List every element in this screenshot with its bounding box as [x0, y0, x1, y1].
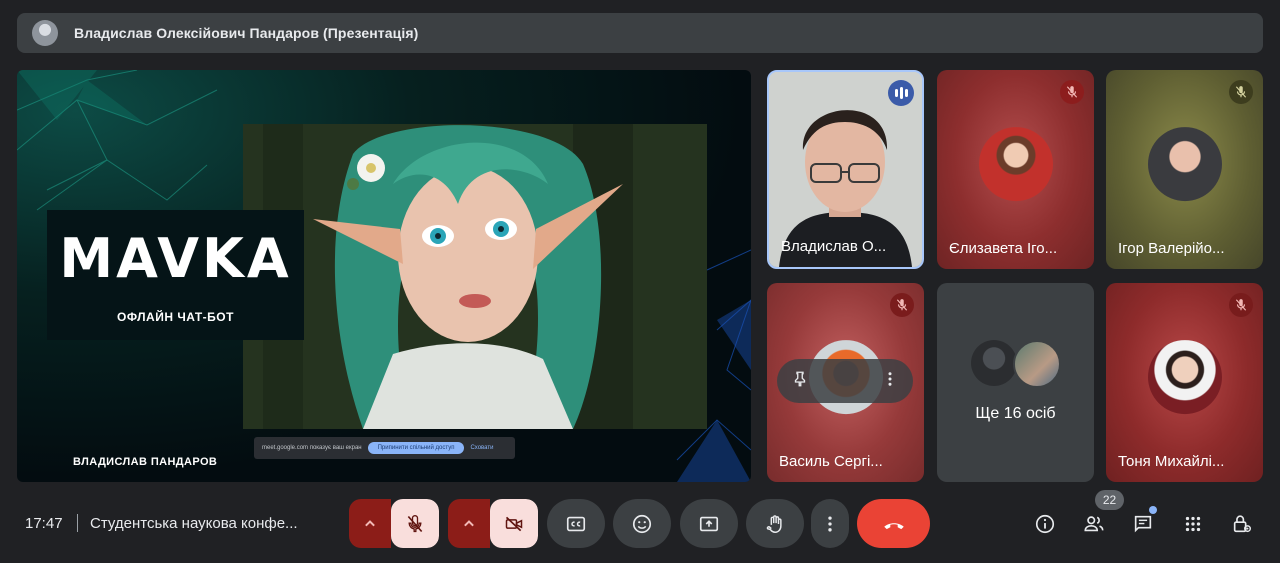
captions-button[interactable]: [547, 499, 605, 548]
microphone-control: [349, 499, 439, 548]
stop-sharing-button[interactable]: Припинити спільний доступ: [367, 442, 465, 454]
leave-call-button[interactable]: [857, 499, 930, 548]
participant-avatar: [1147, 126, 1222, 201]
presenter-avatar: [32, 20, 58, 46]
video-options-button[interactable]: [448, 499, 490, 548]
footer-divider: [77, 514, 78, 532]
participant-avatar: [978, 126, 1053, 201]
chat-icon: [1134, 515, 1152, 533]
toggle-microphone-button[interactable]: [391, 499, 439, 548]
more-participants-label: Ще 16 осіб: [975, 405, 1056, 422]
mic-off-icon: [1060, 80, 1084, 104]
slide-logo-box: MAVKA ОФЛАЙН ЧАТ-БОТ: [47, 210, 304, 340]
tile-hover-controls: [777, 359, 913, 403]
people-button[interactable]: [1081, 511, 1107, 537]
participant-tile[interactable]: Василь Сергі...: [767, 283, 924, 482]
more-options-button[interactable]: [811, 499, 849, 548]
participant-tile[interactable]: Владислав О...: [767, 70, 924, 269]
slide-subtitle: ОФЛАЙН ЧАТ-БОТ: [117, 309, 234, 324]
participant-name: Владислав О...: [781, 238, 887, 255]
meeting-title[interactable]: Студентська наукова конфе...: [90, 515, 298, 532]
camera-control: [448, 499, 538, 548]
participant-name: Василь Сергі...: [779, 453, 883, 470]
closed-caption-icon: [566, 516, 586, 531]
slide-illustration: [243, 124, 707, 429]
other-avatar: [1013, 340, 1061, 388]
meeting-time: 17:47: [25, 515, 63, 532]
others-avatars: [971, 340, 1063, 388]
presenter-title: Владислав Олексійович Пандаров (Презента…: [74, 25, 419, 41]
participant-tile[interactable]: Тоня Михайлі...: [1106, 283, 1263, 482]
mic-off-icon: [1229, 80, 1253, 104]
hide-notice-link[interactable]: Сховати: [470, 445, 493, 451]
audio-options-button[interactable]: [349, 499, 391, 548]
more-options-icon[interactable]: [881, 370, 899, 393]
emoji-icon: [632, 514, 652, 533]
mic-off-icon: [1229, 293, 1253, 317]
activities-button[interactable]: [1180, 511, 1206, 537]
chat-notification-dot: [1149, 506, 1157, 514]
more-participants-tile[interactable]: Ще 16 осіб: [937, 283, 1094, 482]
more-vert-icon: [828, 516, 832, 531]
slide-author: ВЛАДИСЛАВ ПАНДАРОВ: [73, 456, 218, 468]
shared-screen[interactable]: MAVKA ОФЛАЙН ЧАТ-БОТ meet.google.com пок…: [17, 70, 751, 482]
screen-share-notice: meet.google.com показує ваш екран Припин…: [254, 437, 515, 459]
participant-avatar: [1147, 339, 1222, 414]
participant-name: Ігор Валерійо...: [1118, 240, 1225, 257]
raise-hand-icon: [766, 514, 782, 533]
meeting-details-button[interactable]: [1032, 511, 1058, 537]
reactions-button[interactable]: [613, 499, 671, 548]
toggle-camera-button[interactable]: [490, 499, 538, 548]
mic-off-icon: [407, 514, 423, 532]
participant-name: Тоня Михайлі...: [1118, 453, 1225, 470]
apps-icon: [1185, 516, 1201, 532]
mic-off-icon: [890, 293, 914, 317]
host-controls-icon: [1233, 515, 1251, 533]
speaking-indicator-icon: [888, 80, 914, 106]
chevron-up-icon: [464, 519, 474, 526]
chat-button[interactable]: [1130, 511, 1156, 537]
participant-name: Єлизавета Іго...: [949, 240, 1058, 257]
participant-tile[interactable]: Єлизавета Іго...: [937, 70, 1094, 269]
chevron-up-icon: [365, 519, 375, 526]
other-avatar: [971, 340, 1017, 386]
slide-logo-text: MAVKA: [59, 226, 292, 290]
videocam-off-icon: [505, 516, 523, 531]
share-notice-text: meet.google.com показує ваш екран: [262, 445, 362, 451]
participant-tile[interactable]: Ігор Валерійо...: [1106, 70, 1263, 269]
present-now-button[interactable]: [680, 499, 738, 548]
presenter-bar[interactable]: Владислав Олексійович Пандаров (Презента…: [17, 13, 1263, 53]
host-controls-button[interactable]: [1229, 511, 1255, 537]
present-screen-icon: [699, 516, 719, 531]
participant-count-badge: 22: [1095, 490, 1124, 510]
info-icon: [1035, 514, 1055, 534]
raise-hand-button[interactable]: [746, 499, 804, 548]
meet-window: Владислав Олексійович Пандаров (Презента…: [0, 0, 1280, 563]
pin-icon[interactable]: [791, 370, 809, 393]
call-end-icon: [883, 522, 904, 529]
people-icon: [1084, 516, 1104, 532]
